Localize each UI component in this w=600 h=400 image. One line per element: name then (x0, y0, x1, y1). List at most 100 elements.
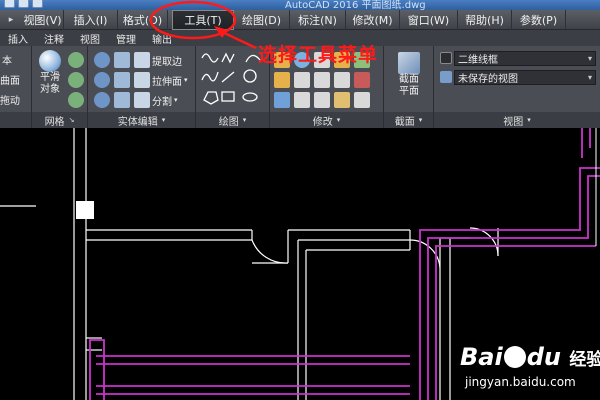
explode-icon[interactable] (274, 92, 290, 108)
interfere-icon[interactable] (114, 52, 130, 68)
fillet-icon[interactable] (274, 72, 290, 88)
panel-view: 二维线框 ▾ 未保存的视图 ▾ 视图 ▾ (434, 46, 600, 128)
chevron-down-icon[interactable]: ▾ (337, 116, 341, 124)
menu-view[interactable]: 视图(V) (22, 9, 64, 30)
panel-solid-edit: 提取边 拉伸面 ▾ 分割 ▾ 实体编辑 ▾ (88, 46, 196, 128)
save-icon[interactable] (4, 0, 15, 8)
matchprop-icon[interactable] (334, 92, 350, 108)
scale-icon[interactable] (314, 72, 330, 88)
title-bar: AutoCAD 2016 平面图纸.dwg (0, 0, 600, 10)
smooth-object-button[interactable]: 平滑 对象 (36, 50, 64, 96)
chevron-down-icon[interactable]: ▾ (184, 76, 188, 84)
block-marker (76, 201, 94, 219)
visual-style-icon (440, 52, 452, 64)
watermark-url: jingyan.baidu.com (465, 375, 576, 389)
quick-access-toolbar (4, 0, 46, 9)
separate-button[interactable]: 分割 ▾ (134, 92, 178, 108)
panel-draw-label: 绘图 (218, 116, 239, 128)
door-swing (251, 239, 289, 264)
menu-tools[interactable]: 工具(T) (172, 9, 234, 30)
panel-mesh: 平滑 对象 网格 ↘ (32, 46, 88, 128)
smooth-sphere-icon (39, 50, 61, 72)
chevron-down-icon[interactable]: ▾ (527, 116, 531, 124)
subtract-icon[interactable] (94, 72, 110, 88)
section-plane-button[interactable]: 截面 平面 (392, 52, 426, 98)
smooth-object-label: 平滑 对象 (40, 72, 60, 95)
separate-icon (134, 92, 150, 108)
menu-bar: ▸ 视图(V) 插入(I) 格式(O) 工具(T) 绘图(D) 标注(N) 修改… (0, 9, 600, 30)
ribbon-partial-item[interactable]: 本 (2, 52, 12, 67)
print-icon[interactable] (18, 0, 29, 8)
menu-help[interactable]: 帮助(H) (458, 9, 512, 30)
rectangle-icon (221, 91, 235, 102)
polyline-icon (221, 52, 235, 64)
tab-insert[interactable]: 插入 (0, 30, 36, 46)
union-icon[interactable] (94, 52, 110, 68)
mesh-crease-icon[interactable] (68, 92, 84, 108)
visual-style-dropdown[interactable]: 二维线框 ▾ (454, 51, 596, 66)
mesh-refine-icon[interactable] (68, 72, 84, 88)
chevron-down-icon[interactable]: ▾ (162, 116, 166, 124)
align-icon[interactable] (294, 92, 310, 108)
menu-parameters[interactable]: 参数(P) (512, 9, 566, 30)
thicken-icon[interactable] (114, 92, 130, 108)
panel-partial-left: 本 曲面 拖动 (0, 46, 32, 128)
watermark-brand2: du (526, 343, 561, 371)
extract-edges-button[interactable]: 提取边 (134, 52, 182, 68)
erase-icon[interactable] (354, 72, 370, 88)
annotation-text: 选择工具菜单 (258, 44, 379, 66)
polygon-icon (203, 91, 219, 105)
watermark-logo: Bai du 经验 (460, 343, 600, 371)
ellipse-icon (242, 92, 258, 102)
chevron-down-icon[interactable]: ▾ (419, 116, 423, 124)
menu-draw[interactable]: 绘图(D) (234, 9, 290, 30)
circle-icon (243, 69, 257, 83)
saved-view-dropdown[interactable]: 未保存的视图 ▾ (454, 70, 596, 85)
panel-mesh-label: 网格 (44, 116, 65, 128)
magenta-wall (89, 339, 105, 400)
slice-icon[interactable] (114, 72, 130, 88)
stretch-icon[interactable] (294, 72, 310, 88)
tab-manage[interactable]: 管理 (108, 30, 144, 46)
menu-format[interactable]: 格式(O) (118, 9, 168, 30)
chevron-down-icon[interactable]: ▾ (174, 96, 178, 104)
tab-view[interactable]: 视图 (72, 30, 108, 46)
watermark-brand: Bai (460, 343, 503, 371)
panel-section-label: 截面 (394, 116, 415, 128)
panel-modify-label: 修改 (312, 116, 333, 128)
named-view-icon (440, 71, 452, 83)
panel-expand-icon[interactable]: ↘ (69, 116, 75, 124)
window-title: AutoCAD 2016 平面图纸.dwg (285, 0, 426, 10)
menu-modify[interactable]: 修改(M) (346, 9, 400, 30)
extrude-faces-icon (134, 72, 150, 88)
menu-window[interactable]: 窗口(W) (400, 9, 458, 30)
ribbon-partial-item[interactable]: 拖动 (0, 92, 20, 107)
mesh-add-icon[interactable] (68, 52, 84, 68)
undo-icon[interactable] (32, 0, 43, 8)
ribbon-partial-item[interactable]: 曲面 (0, 72, 20, 87)
join-icon[interactable] (354, 92, 370, 108)
menu-dimension[interactable]: 标注(N) (290, 9, 346, 30)
tab-output[interactable]: 输出 (144, 30, 180, 46)
menu-insert[interactable]: 插入(I) (64, 9, 118, 30)
extract-edges-icon (134, 52, 150, 68)
extrude-faces-button[interactable]: 拉伸面 ▾ (134, 72, 188, 88)
intersect-icon[interactable] (94, 92, 110, 108)
chevron-down-icon[interactable]: ▾ (243, 116, 247, 124)
saved-view-value: 未保存的视图 (458, 74, 518, 85)
panel-solid-edit-label: 实体编辑 (117, 116, 158, 128)
paw-icon (503, 346, 526, 368)
spline-fit-icon (201, 71, 219, 82)
offset-icon[interactable] (314, 92, 330, 108)
spline-icon (201, 53, 219, 63)
line-icon (221, 71, 235, 83)
tab-annotate[interactable]: 注释 (36, 30, 72, 46)
chevron-down-icon: ▾ (587, 73, 592, 82)
menu-start-icon[interactable]: ▸ (0, 10, 22, 30)
chevron-down-icon: ▾ (587, 54, 592, 63)
extract-edges-label: 提取边 (152, 56, 182, 68)
door-swing (469, 227, 499, 257)
panel-section: 截面 平面 截面 ▾ (384, 46, 434, 128)
section-plane-icon (398, 52, 420, 74)
array-icon[interactable] (334, 72, 350, 88)
